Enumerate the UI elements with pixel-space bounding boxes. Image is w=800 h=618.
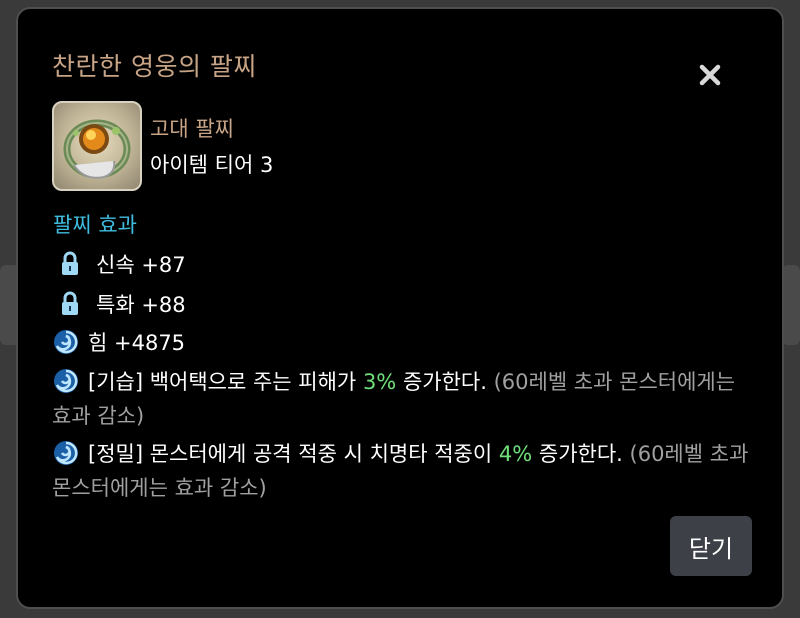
- lock-icon: [62, 251, 78, 275]
- bracelet-icon: [52, 101, 142, 191]
- background-card: [782, 265, 800, 345]
- swirl-icon: [54, 369, 78, 393]
- effect-text: [기습] 백어택으로 주는 피해가: [88, 370, 363, 394]
- stat-text: 특화 +88: [96, 293, 186, 317]
- swirl-icon: [54, 441, 78, 465]
- lock-icon: [62, 291, 78, 315]
- stat-text: 힘 +4875: [88, 331, 186, 355]
- special-effect-row: [기습] 백어택으로 주는 피해가 3% 증가한다. (60레벨 초과 몬스터에…: [52, 365, 752, 433]
- stat-text: 신속 +87: [96, 253, 186, 277]
- close-button[interactable]: 닫기: [670, 516, 752, 576]
- effect-text: [정밀] 몬스터에게 공격 적중 시 치명타 적중이: [88, 442, 499, 466]
- effect-text-suffix: 증가한다.: [396, 370, 487, 394]
- dialog-title: 찬란한 영웅의 팔찌: [52, 52, 257, 81]
- item-tier: 아이템 티어 3: [150, 153, 274, 177]
- item-detail-dialog: 찬란한 영웅의 팔찌 고대 팔찌 아이템 티어 3 팔찌 효과 신속 +87 특…: [16, 7, 784, 609]
- special-effect-row: [정밀] 몬스터에게 공격 적중 시 치명타 적중이 4% 증가한다. (60레…: [52, 437, 752, 505]
- effect-text-suffix: 증가한다.: [532, 442, 623, 466]
- effect-value: 4%: [498, 442, 533, 466]
- effect-value: 3%: [362, 370, 397, 394]
- swirl-icon: [54, 330, 78, 354]
- stat-row: 힘 +4875: [52, 327, 185, 357]
- effects-section-label: 팔찌 효과: [53, 213, 137, 237]
- stat-row: 신속 +87: [52, 249, 186, 279]
- close-icon[interactable]: [696, 61, 724, 89]
- item-grade: 고대 팔찌: [150, 117, 234, 141]
- stat-row: 특화 +88: [52, 289, 186, 319]
